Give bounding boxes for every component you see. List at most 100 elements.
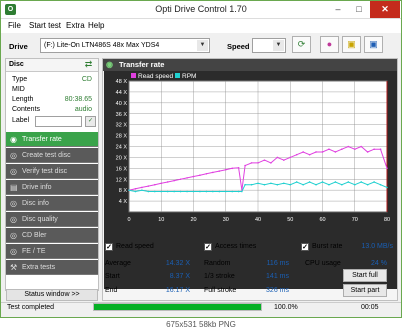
maximize-button[interactable]: □ [349, 1, 369, 18]
rpm-point [244, 183, 246, 186]
x-tick-label: 70 [352, 217, 358, 223]
average-value: 14.32 X [165, 260, 190, 267]
disc-tools-button[interactable]: ▣ [342, 36, 361, 53]
erase-button[interactable]: ● [320, 36, 339, 53]
read-speed-point [250, 162, 253, 164]
disc-label-apply-button[interactable]: ✓ [85, 116, 96, 127]
save-icon: ▣ [369, 39, 378, 49]
third-stroke-label: 1/3 stroke [204, 273, 235, 280]
y-tick-label: 40 X [116, 101, 128, 107]
progress-fill [94, 304, 261, 310]
nav-cd-bler[interactable]: ◎ CD Bler [6, 228, 98, 243]
third-stroke-value: 141 ms [266, 273, 289, 280]
wrench-icon: ⚒ [10, 263, 18, 272]
close-button[interactable]: ✕ [370, 1, 400, 18]
x-tick-label: 50 [287, 217, 293, 223]
start-full-button[interactable]: Start full [343, 269, 387, 282]
drive-label: Drive [9, 42, 28, 51]
disc-label-row: Label ✓ [9, 116, 96, 127]
read-speed-point [263, 159, 266, 161]
burst-rate-checkbox[interactable]: ✓ Burst rate [301, 243, 351, 252]
nav-transfer-rate[interactable]: ◉ Transfer rate [6, 132, 98, 147]
y-tick-label: 4 X [119, 199, 128, 205]
nav-drive-info[interactable]: ▤ Drive info [6, 180, 98, 195]
menu-start-test[interactable]: Start test [29, 21, 61, 30]
start-stat: Start 8.37 X [105, 273, 190, 282]
read-speed-point [283, 159, 285, 161]
disc-type-key: Type [12, 76, 28, 83]
nav-extra-tests[interactable]: ⚒ Extra tests [6, 260, 98, 275]
speed-select[interactable]: ▼ [252, 38, 286, 53]
read-speed-point [257, 162, 259, 164]
rpm-point [302, 183, 304, 186]
nav-verify-test-disc[interactable]: ◎ Verify test disc [6, 164, 98, 179]
nav-create-test-disc[interactable]: ◎ Create test disc [6, 148, 98, 163]
panel-header: ◉ Transfer rate [103, 59, 397, 71]
cpu-usage-stat: CPU usage 24 % [305, 260, 387, 269]
rpm-point [276, 183, 279, 186]
full-stroke-label: Full stroke [204, 287, 237, 294]
rpm-point [160, 190, 163, 193]
status-window-toggle[interactable]: Status window >> [6, 289, 98, 301]
read-speed-point [302, 151, 304, 153]
rpm-point [173, 190, 175, 193]
y-tick-label: 44 X [116, 90, 128, 96]
status-text: Test completed [7, 304, 55, 311]
read-speed-point [353, 148, 356, 151]
rpm-point [289, 183, 292, 186]
y-tick-label: 24 X [116, 145, 128, 151]
menu-file[interactable]: File [8, 21, 21, 30]
read-speed-point [166, 181, 169, 183]
read-speed-point [373, 148, 375, 151]
nav-disc-quality[interactable]: ◎ Disc quality [6, 212, 98, 227]
nav-disc-info[interactable]: ◎ Disc info [6, 196, 98, 211]
rpm-point [179, 190, 182, 193]
app-window: O Opti Drive Control 1.70 – □ ✕ File Sta… [0, 0, 402, 318]
drive-select-value: (F:) Lite-On LTN486S 48x Max YDS4 [44, 42, 160, 49]
read-speed-point [224, 168, 227, 171]
checkbox-checked-icon: ✓ [204, 243, 212, 251]
rpm-point [283, 182, 285, 185]
refresh-disc-icon[interactable]: ⇄ [82, 59, 95, 71]
legend-swatch [175, 73, 180, 78]
y-tick-label: 12 X [116, 177, 128, 183]
minimize-button[interactable]: – [328, 1, 348, 18]
menu-help[interactable]: Help [88, 21, 104, 30]
cpu-usage-label: CPU usage [305, 260, 341, 267]
disc-row-contents: Contents audio [9, 106, 95, 115]
chevron-down-icon: ▼ [273, 40, 284, 51]
disc-label-input[interactable] [35, 116, 82, 127]
transfer-rate-chart: Read speed RPM 48 X 44 X 40 X 36 X 32 X 28 X 24 … [104, 71, 397, 289]
refresh-button[interactable]: ⟳ [292, 36, 311, 53]
eraser-icon: ● [326, 39, 333, 49]
access-times-check-label: Access times [215, 243, 257, 250]
read-speed-point [147, 185, 150, 187]
read-speed-point [134, 188, 137, 190]
rpm-point [199, 190, 201, 193]
access-times-checkbox[interactable]: ✓ Access times [204, 243, 274, 252]
check-icon: ✓ [87, 118, 94, 124]
start-part-button[interactable]: Start part [343, 284, 387, 297]
rpm-point [353, 183, 356, 186]
read-speed-point [205, 172, 208, 175]
read-speed-point [315, 151, 317, 153]
rpm-point [360, 181, 363, 183]
random-stat: Random 116 ms [204, 260, 289, 269]
end-label: End [105, 287, 118, 294]
transfer-rate-panel: ◉ Transfer rate Read speed RPM 48 X 44 X 40 X… [102, 58, 398, 301]
gauge-icon: ◉ [106, 60, 113, 69]
drive-select[interactable]: (F:) Lite-On LTN486S 48x Max YDS4 ▼ [40, 38, 210, 53]
disc-contents-key: Contents [12, 106, 41, 113]
read-speed-point [334, 151, 337, 153]
y-tick-label: 20 X [116, 155, 128, 161]
save-button[interactable]: ▣ [364, 36, 383, 53]
nav-cd-bler-label: CD Bler [22, 232, 47, 239]
read-speed-checkbox[interactable]: ✓ Read speed [105, 243, 165, 252]
menu-extra[interactable]: Extra [66, 21, 85, 30]
rpm-point [328, 183, 330, 186]
nav-create-test-disc-label: Create test disc [22, 152, 71, 159]
rpm-point [192, 190, 195, 193]
checkbox-checked-icon: ✓ [105, 243, 113, 251]
nav-fe-te[interactable]: ◎ FE / TE [6, 244, 98, 259]
y-tick-label: 16 X [116, 166, 128, 172]
